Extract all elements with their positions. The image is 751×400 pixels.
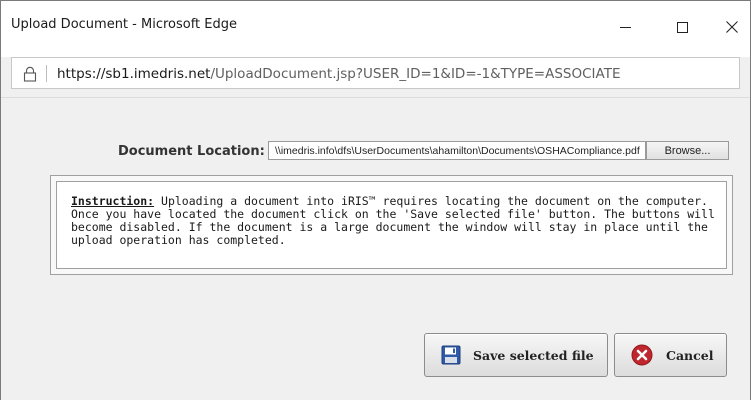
title-bar[interactable]: Upload Document - Microsoft Edge — [1, 1, 750, 57]
cancel-x-icon — [631, 344, 653, 366]
close-button[interactable] — [709, 7, 751, 47]
document-location-label: Document Location: — [118, 144, 265, 159]
file-path-text: \\imedris.info\dfs\UserDocuments\ahamilt… — [275, 145, 640, 157]
window-title: Upload Document - Microsoft Edge — [11, 17, 237, 32]
maximize-icon — [676, 21, 688, 33]
url-host: https://sb1.imedris.net — [57, 66, 211, 82]
file-path-input[interactable]: \\imedris.info\dfs\UserDocuments\ahamilt… — [268, 141, 646, 160]
address-separator — [46, 65, 47, 82]
address-bar[interactable]: https://sb1.imedris.net/UploadDocument.j… — [11, 57, 740, 89]
lock-icon — [23, 66, 37, 82]
floppy-disk-icon — [441, 345, 461, 365]
save-button-label: Save selected file — [473, 347, 594, 363]
instruction-line-4: upload operation has completed. — [71, 233, 286, 247]
minimize-button[interactable] — [602, 7, 648, 47]
cancel-button[interactable]: Cancel — [614, 333, 727, 377]
browser-window: Upload Document - Microsoft Edge https:/… — [0, 0, 751, 400]
browse-button[interactable]: Browse... — [646, 141, 729, 160]
url-text[interactable]: https://sb1.imedris.net/UploadDocument.j… — [57, 66, 620, 82]
url-path: /UploadDocument.jsp?USER_ID=1&ID=-1&TYPE… — [210, 66, 621, 82]
instruction-text-box: Instruction: Uploading a document into i… — [56, 181, 727, 269]
save-selected-file-button[interactable]: Save selected file — [424, 333, 608, 377]
maximize-button[interactable] — [659, 7, 705, 47]
cancel-button-label: Cancel — [666, 347, 714, 363]
close-icon — [726, 21, 738, 33]
page-content: Document Location: \\imedris.info\dfs\Us… — [1, 97, 750, 400]
instruction-heading: Instruction: — [71, 194, 155, 208]
instruction-line-1-text: Uploading a document into iRIS™ requires… — [154, 194, 708, 208]
minimize-icon — [619, 26, 631, 28]
instruction-panel: Instruction: Uploading a document into i… — [50, 175, 733, 275]
